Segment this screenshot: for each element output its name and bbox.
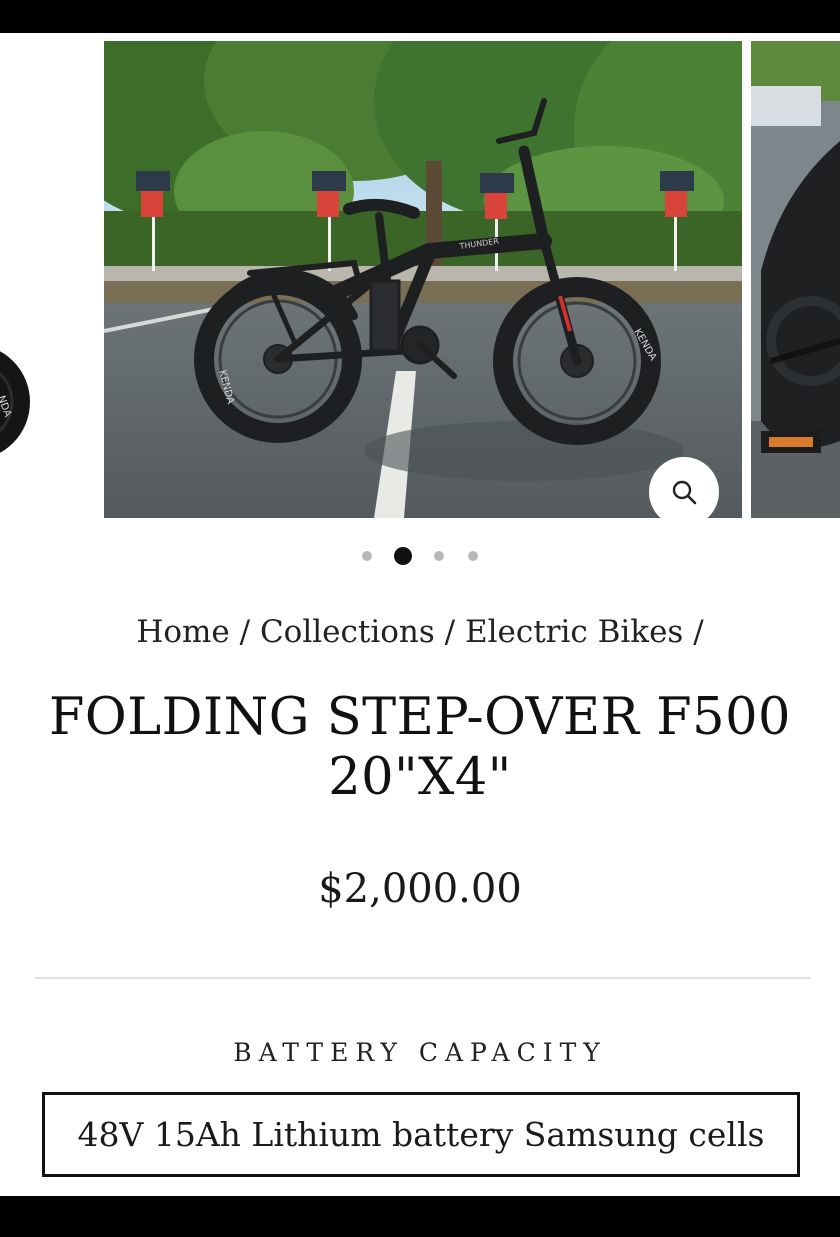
- product-title-line-2: 20"X4": [328, 748, 512, 807]
- gallery-slide-previous[interactable]: NDA: [0, 33, 50, 523]
- gallery-pagination: [0, 544, 840, 568]
- gallery-slide-next[interactable]: [751, 41, 840, 518]
- breadcrumb-home[interactable]: Home: [136, 614, 229, 650]
- section-divider: [35, 977, 811, 979]
- gallery-dot-2-active[interactable]: [394, 547, 412, 565]
- product-gallery[interactable]: NDA KENDA KENDA THUNDER: [0, 33, 840, 523]
- navigation-bar: [0, 1196, 840, 1237]
- battery-capacity-option[interactable]: 48V 15Ah Lithium battery Samsung cells: [42, 1092, 800, 1177]
- gallery-slide-main[interactable]: KENDA KENDA THUNDER: [104, 41, 742, 518]
- battery-capacity-value: 48V 15Ah Lithium battery Samsung cells: [77, 1115, 765, 1154]
- gallery-dot-1[interactable]: [362, 551, 372, 561]
- breadcrumb: Home / Collections / Electric Bikes /: [0, 614, 840, 650]
- bike-photo: KENDA KENDA THUNDER: [104, 41, 742, 518]
- product-title-line-1: FOLDING STEP-OVER F500: [49, 688, 791, 747]
- bike-photo-next: [751, 41, 840, 518]
- product-price: $2,000.00: [318, 866, 522, 912]
- battery-capacity-label: BATTERY CAPACITY: [233, 1038, 607, 1067]
- breadcrumb-separator: /: [693, 614, 704, 650]
- breadcrumb-electric-bikes[interactable]: Electric Bikes: [465, 614, 683, 650]
- breadcrumb-separator: /: [444, 614, 456, 650]
- gallery-dot-4[interactable]: [468, 551, 478, 561]
- status-bar: [0, 0, 840, 33]
- breadcrumb-collections[interactable]: Collections: [260, 614, 435, 650]
- search-icon: [672, 480, 697, 505]
- breadcrumb-separator: /: [239, 614, 251, 650]
- gallery-dot-3[interactable]: [434, 551, 444, 561]
- zoom-button[interactable]: [649, 457, 719, 523]
- product-title: FOLDING STEP-OVER F500 20"X4": [40, 688, 800, 808]
- tire-icon: NDA: [0, 351, 30, 453]
